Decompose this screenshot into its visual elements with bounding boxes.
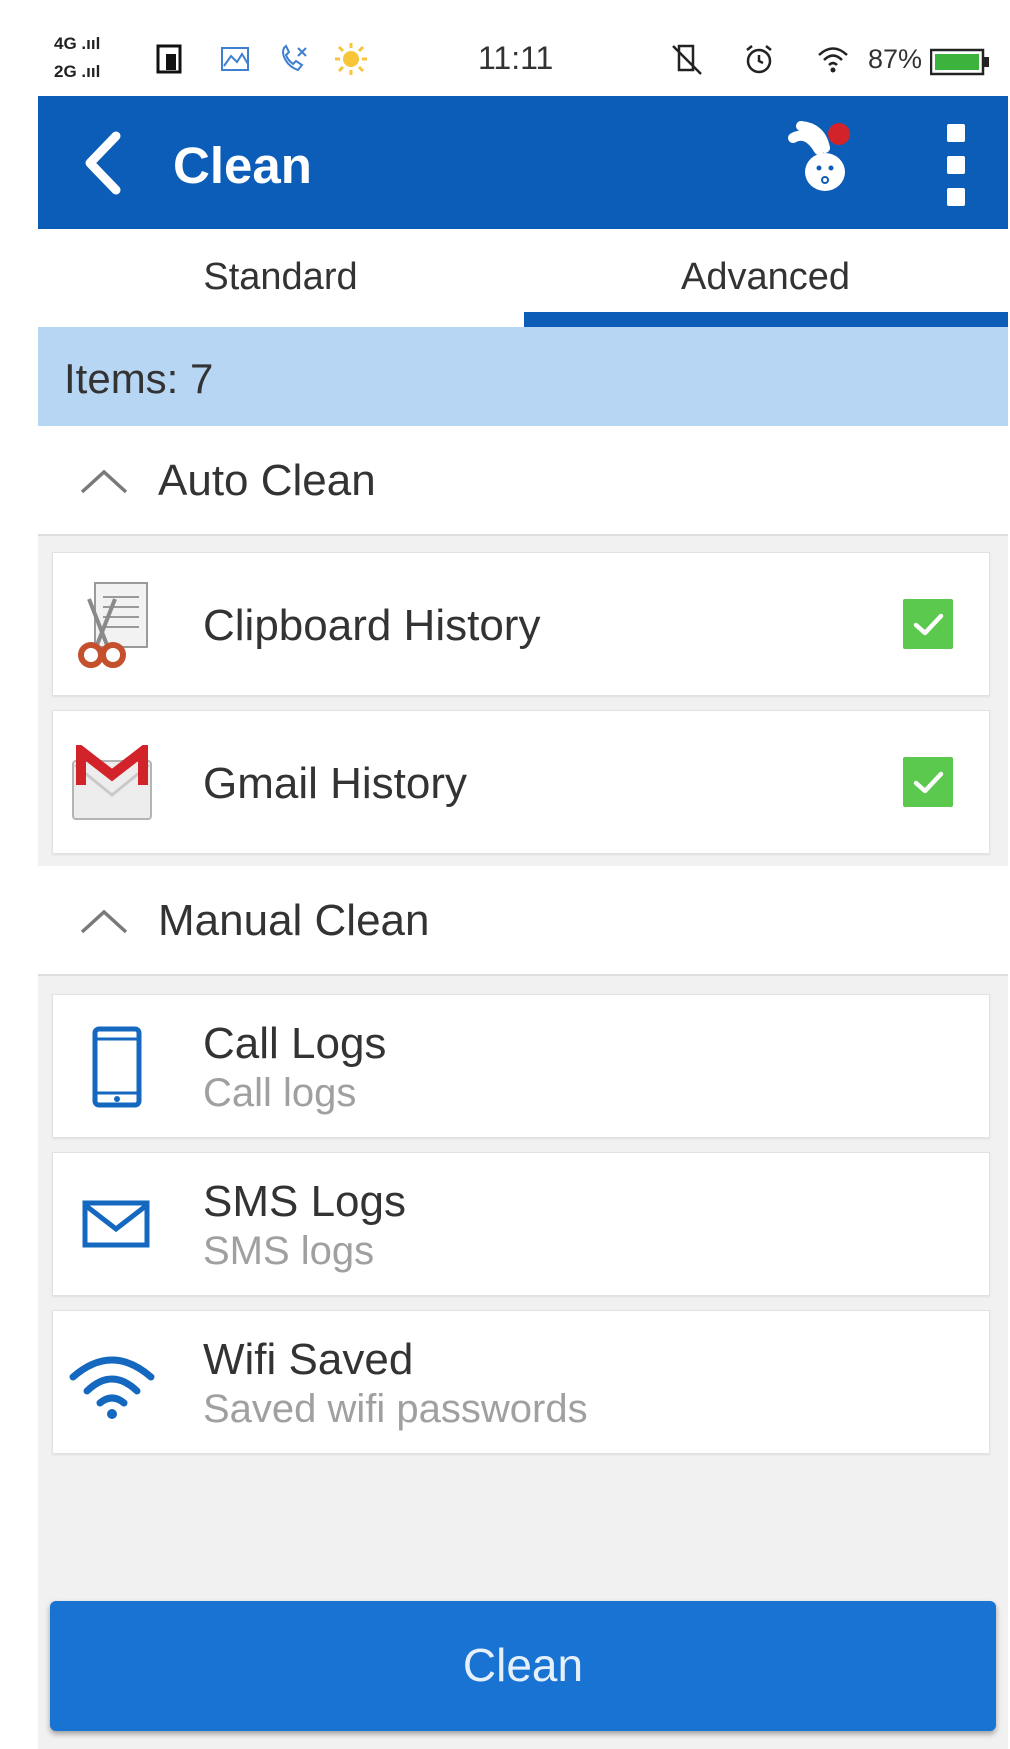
clipboard-scissors-icon (78, 582, 148, 668)
status-bar: 4G .ııl 2G .ııl 11:11 87% (38, 26, 1008, 96)
items-count: Items: 7 (64, 355, 214, 402)
chevron-up-icon (80, 469, 128, 494)
checkbox-checked-icon[interactable] (903, 757, 953, 807)
status-time: 11:11 (478, 40, 554, 76)
vibrate-off-icon (672, 44, 702, 75)
signal-2g-text: 2G .ııl (54, 62, 101, 81)
item-title: Gmail History (203, 759, 468, 808)
tab-standard[interactable]: Standard (38, 229, 523, 327)
sim-card-icon (156, 44, 182, 74)
wifi-icon (69, 1356, 155, 1419)
phone-icon (92, 1026, 142, 1108)
clean-button[interactable]: Clean (50, 1601, 996, 1731)
app-bar: Clean (38, 96, 1008, 229)
section-manual-clean[interactable]: Manual Clean (38, 866, 1008, 976)
checkbox-checked-icon[interactable] (903, 599, 953, 649)
bunny-mascot-icon[interactable] (773, 108, 863, 208)
alarm-icon (746, 45, 772, 74)
section-label: Manual Clean (158, 896, 430, 945)
battery-icon (930, 48, 989, 76)
list-item-call-logs[interactable]: Call Logs Call logs (52, 994, 990, 1138)
items-count-bar: Items: 7 (38, 327, 1008, 426)
image-notification-icon (221, 47, 249, 71)
list-item-gmail-history[interactable]: Gmail History (52, 710, 990, 854)
chevron-up-icon (80, 909, 128, 934)
list-item-clipboard-history[interactable]: Clipboard History (52, 552, 990, 696)
more-options-icon[interactable] (933, 122, 983, 212)
item-title: Wifi Saved (203, 1335, 414, 1384)
item-subtitle: Call logs (203, 1071, 357, 1115)
item-title: Clipboard History (203, 601, 541, 650)
item-title: SMS Logs (203, 1177, 406, 1226)
list-item-wifi-saved[interactable]: Wifi Saved Saved wifi passwords (52, 1310, 990, 1454)
list-item-sms-logs[interactable]: SMS Logs SMS logs (52, 1152, 990, 1296)
signal-4g-text: 4G .ııl (54, 34, 101, 53)
sun-icon (335, 43, 367, 75)
gmail-icon (72, 745, 152, 820)
missed-call-icon (282, 44, 307, 72)
item-title: Call Logs (203, 1019, 387, 1068)
section-label: Auto Clean (158, 456, 376, 505)
phone-screen: 4G .ııl 2G .ııl 11:11 87% Clean Standard… (38, 26, 1008, 1749)
section-auto-clean[interactable]: Auto Clean (38, 426, 1008, 536)
page-title: Clean (173, 137, 312, 194)
battery-percent: 87% (868, 44, 923, 74)
item-subtitle: SMS logs (203, 1229, 375, 1273)
wifi-status-icon (818, 47, 848, 73)
back-arrow-icon[interactable] (68, 118, 138, 208)
tab-selected-indicator (524, 312, 1008, 327)
item-subtitle: Saved wifi passwords (203, 1387, 588, 1431)
envelope-icon (82, 1200, 150, 1248)
